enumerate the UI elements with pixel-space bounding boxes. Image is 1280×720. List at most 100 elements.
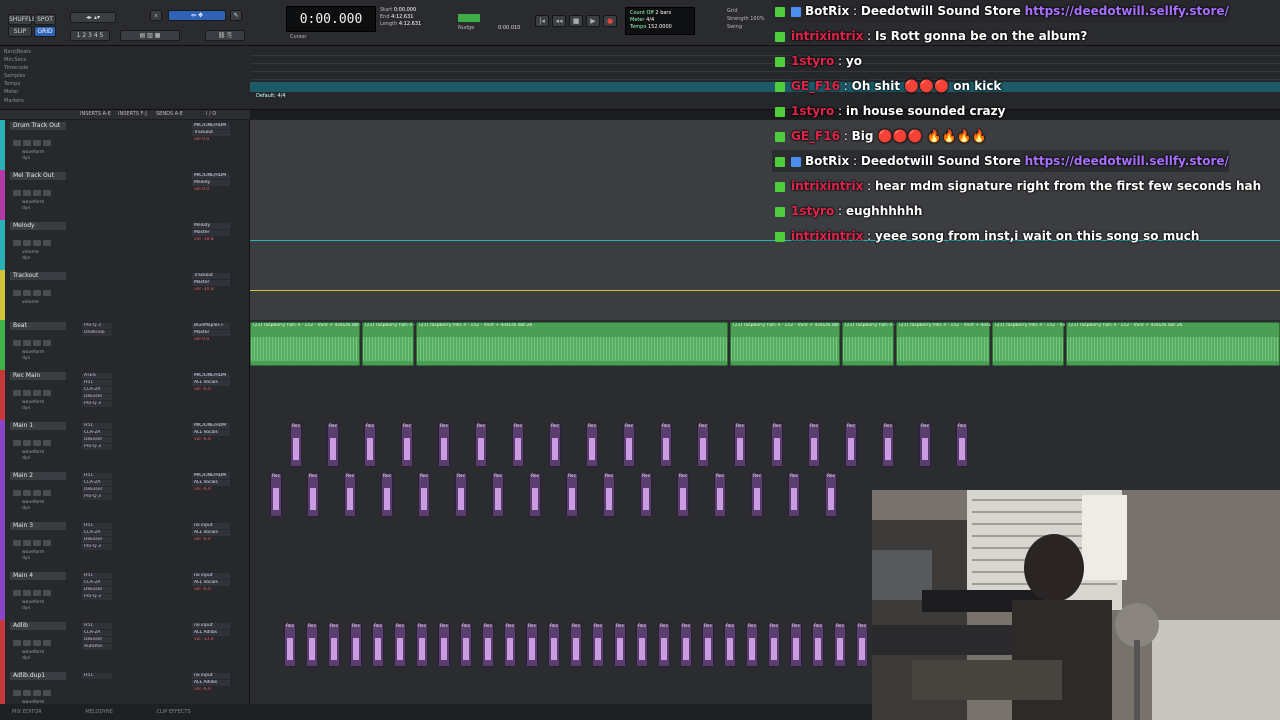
track-mini-button[interactable]: [33, 490, 41, 496]
track-header[interactable]: Mel Track Out waveform dyn MIC/LINE/HDM Melo…: [0, 170, 250, 220]
audio-clip[interactable]: (21) raspberry hills 4 - 152 - mint + di…: [362, 322, 415, 366]
vocal-clip[interactable]: Rec: [919, 423, 931, 467]
vocal-clip[interactable]: Rec: [455, 473, 467, 517]
input-selector[interactable]: MIC/LINE/HDM: [192, 123, 230, 129]
vocal-clip[interactable]: Rec: [680, 623, 692, 667]
vocal-clip[interactable]: Rec: [438, 423, 450, 467]
vocal-clip[interactable]: Rec: [492, 473, 504, 517]
insert-slot[interactable]: H51: [82, 623, 112, 629]
audio-clip[interactable]: (21) raspberry hills 4 - 152 - mint + di…: [1066, 322, 1280, 366]
volume-readout[interactable]: vol -6.0: [192, 587, 230, 593]
grid-settings[interactable]: Grid Strength 100% Swing: [727, 7, 771, 35]
volume-readout[interactable]: vol -6.0: [192, 437, 230, 443]
pencil-tool-icon[interactable]: ✎: [230, 10, 242, 21]
vocal-clip[interactable]: Rec: [512, 423, 524, 467]
track-mini-button[interactable]: [23, 440, 31, 446]
track-rec-solo-mute-buttons[interactable]: [12, 432, 62, 451]
track-header[interactable]: Main 4 waveform dyn H51 CLA-2A DeEsser Pro-Q 3…: [0, 570, 250, 620]
track-rec-solo-mute-buttons[interactable]: [12, 332, 62, 351]
track-mini-button[interactable]: [43, 490, 51, 496]
insert-slot[interactable]: CLA-2A: [82, 430, 112, 436]
insert-slot[interactable]: DeEsser: [82, 537, 112, 543]
vocal-clip[interactable]: Rec: [381, 473, 393, 517]
vocal-clip[interactable]: Rec: [416, 623, 428, 667]
track-mini-button[interactable]: [33, 240, 41, 246]
track-mini-button[interactable]: [23, 340, 31, 346]
vocal-clip[interactable]: Rec: [956, 423, 968, 467]
volume-readout[interactable]: vol 0.0: [192, 137, 230, 143]
vocal-clip[interactable]: Rec: [702, 623, 714, 667]
play-button[interactable]: ▶: [586, 15, 600, 27]
input-selector[interactable]: MIC/LINE/HDM: [192, 173, 230, 179]
track-mini-button[interactable]: [13, 340, 21, 346]
record-button[interactable]: ●: [603, 15, 617, 27]
output-selector[interactable]: ALL Adlibs: [192, 680, 230, 686]
vocal-clip[interactable]: Rec: [290, 423, 302, 467]
track-lane[interactable]: [250, 370, 1280, 420]
vocal-clip[interactable]: Rec: [586, 423, 598, 467]
track-mini-button[interactable]: [23, 290, 31, 296]
input-selector[interactable]: no input: [192, 573, 230, 579]
track-rec-solo-mute-buttons[interactable]: [12, 532, 62, 551]
track-mini-button[interactable]: [23, 190, 31, 196]
insert-slot[interactable]: Pro-Q 3: [82, 401, 112, 407]
track-mini-button[interactable]: [13, 440, 21, 446]
vocal-clip[interactable]: Rec: [771, 423, 783, 467]
track-rec-solo-mute-buttons[interactable]: [12, 182, 62, 201]
chat-username[interactable]: GE_F16: [791, 129, 840, 143]
volume-automation-line[interactable]: [250, 290, 1280, 291]
track-name[interactable]: Rec Main: [10, 372, 66, 380]
track-mini-button[interactable]: [43, 140, 51, 146]
vocal-clip[interactable]: Rec: [751, 473, 763, 517]
vocal-clip[interactable]: Rec: [660, 423, 672, 467]
track-view-selector[interactable]: volume: [22, 300, 39, 306]
vocal-clip[interactable]: Rec: [882, 423, 894, 467]
insert-slot[interactable]: ATEIs: [82, 373, 112, 379]
track-rec-solo-mute-buttons[interactable]: [12, 132, 62, 151]
grid-indicator[interactable]: [458, 14, 480, 22]
track-lane[interactable]: [250, 270, 1280, 320]
insert-slot[interactable]: OneKnob: [82, 330, 112, 336]
vocal-clip[interactable]: Rec: [364, 423, 376, 467]
track-name[interactable]: Main 3: [10, 522, 66, 530]
chat-username[interactable]: intrixintrix: [791, 229, 863, 243]
zoomer-tool-icon[interactable]: ⌕: [150, 10, 162, 21]
input-selector[interactable]: MIC/LINE/HDM: [192, 373, 230, 379]
track-mini-button[interactable]: [13, 390, 21, 396]
track-header[interactable]: Beat waveform dyn Pro-Q 3 OneKnob BlueMaples …: [0, 320, 250, 370]
track-mini-button[interactable]: [23, 390, 31, 396]
slip-mode-button[interactable]: SLIP: [8, 26, 32, 37]
volume-readout[interactable]: vol 0.0: [192, 187, 230, 193]
track-mini-button[interactable]: [33, 290, 41, 296]
samples-ruler[interactable]: [250, 72, 1280, 80]
track-name[interactable]: Beat: [10, 322, 66, 330]
vocal-clip[interactable]: Rec: [697, 423, 709, 467]
vocal-clip[interactable]: Rec: [640, 473, 652, 517]
output-selector[interactable]: Trackout: [192, 130, 230, 136]
track-mini-button[interactable]: [23, 640, 31, 646]
track-mini-button[interactable]: [33, 440, 41, 446]
vocal-clip[interactable]: Rec: [788, 473, 800, 517]
track-mini-button[interactable]: [13, 240, 21, 246]
chat-username[interactable]: GE_F16: [791, 79, 840, 93]
insert-slot[interactable]: DeEsser: [82, 487, 112, 493]
audio-clip[interactable]: (21) raspberry hills 4 - 152 - mint + di…: [416, 322, 728, 366]
insert-slot[interactable]: DeEsser: [82, 394, 112, 400]
track-mini-button[interactable]: [43, 690, 51, 696]
track-mini-button[interactable]: [13, 640, 21, 646]
track-mini-button[interactable]: [23, 240, 31, 246]
track-mini-button[interactable]: [13, 590, 21, 596]
track-mini-button[interactable]: [43, 290, 51, 296]
vocal-clip[interactable]: Rec: [845, 423, 857, 467]
insert-slot[interactable]: CLA-2A: [82, 580, 112, 586]
track-name[interactable]: Adlib: [10, 622, 66, 630]
track-rec-solo-mute-buttons[interactable]: [12, 282, 62, 301]
volume-readout[interactable]: vol -6.0: [192, 537, 230, 543]
vocal-clip[interactable]: Rec: [306, 623, 318, 667]
track-header[interactable]: Main 1 waveform dyn H51 CLA-2A DeEsser Pro-Q 3…: [0, 420, 250, 470]
input-selector[interactable]: Melody: [192, 223, 230, 229]
output-selector[interactable]: ALL Vocals: [192, 480, 230, 486]
vocal-clip[interactable]: Rec: [808, 423, 820, 467]
track-lane[interactable]: (21) raspberry hills 4 - 152 - mint + di…: [250, 320, 1280, 370]
track-header[interactable]: Melody volume dyn Melody Master vol -10.8: [0, 220, 250, 270]
